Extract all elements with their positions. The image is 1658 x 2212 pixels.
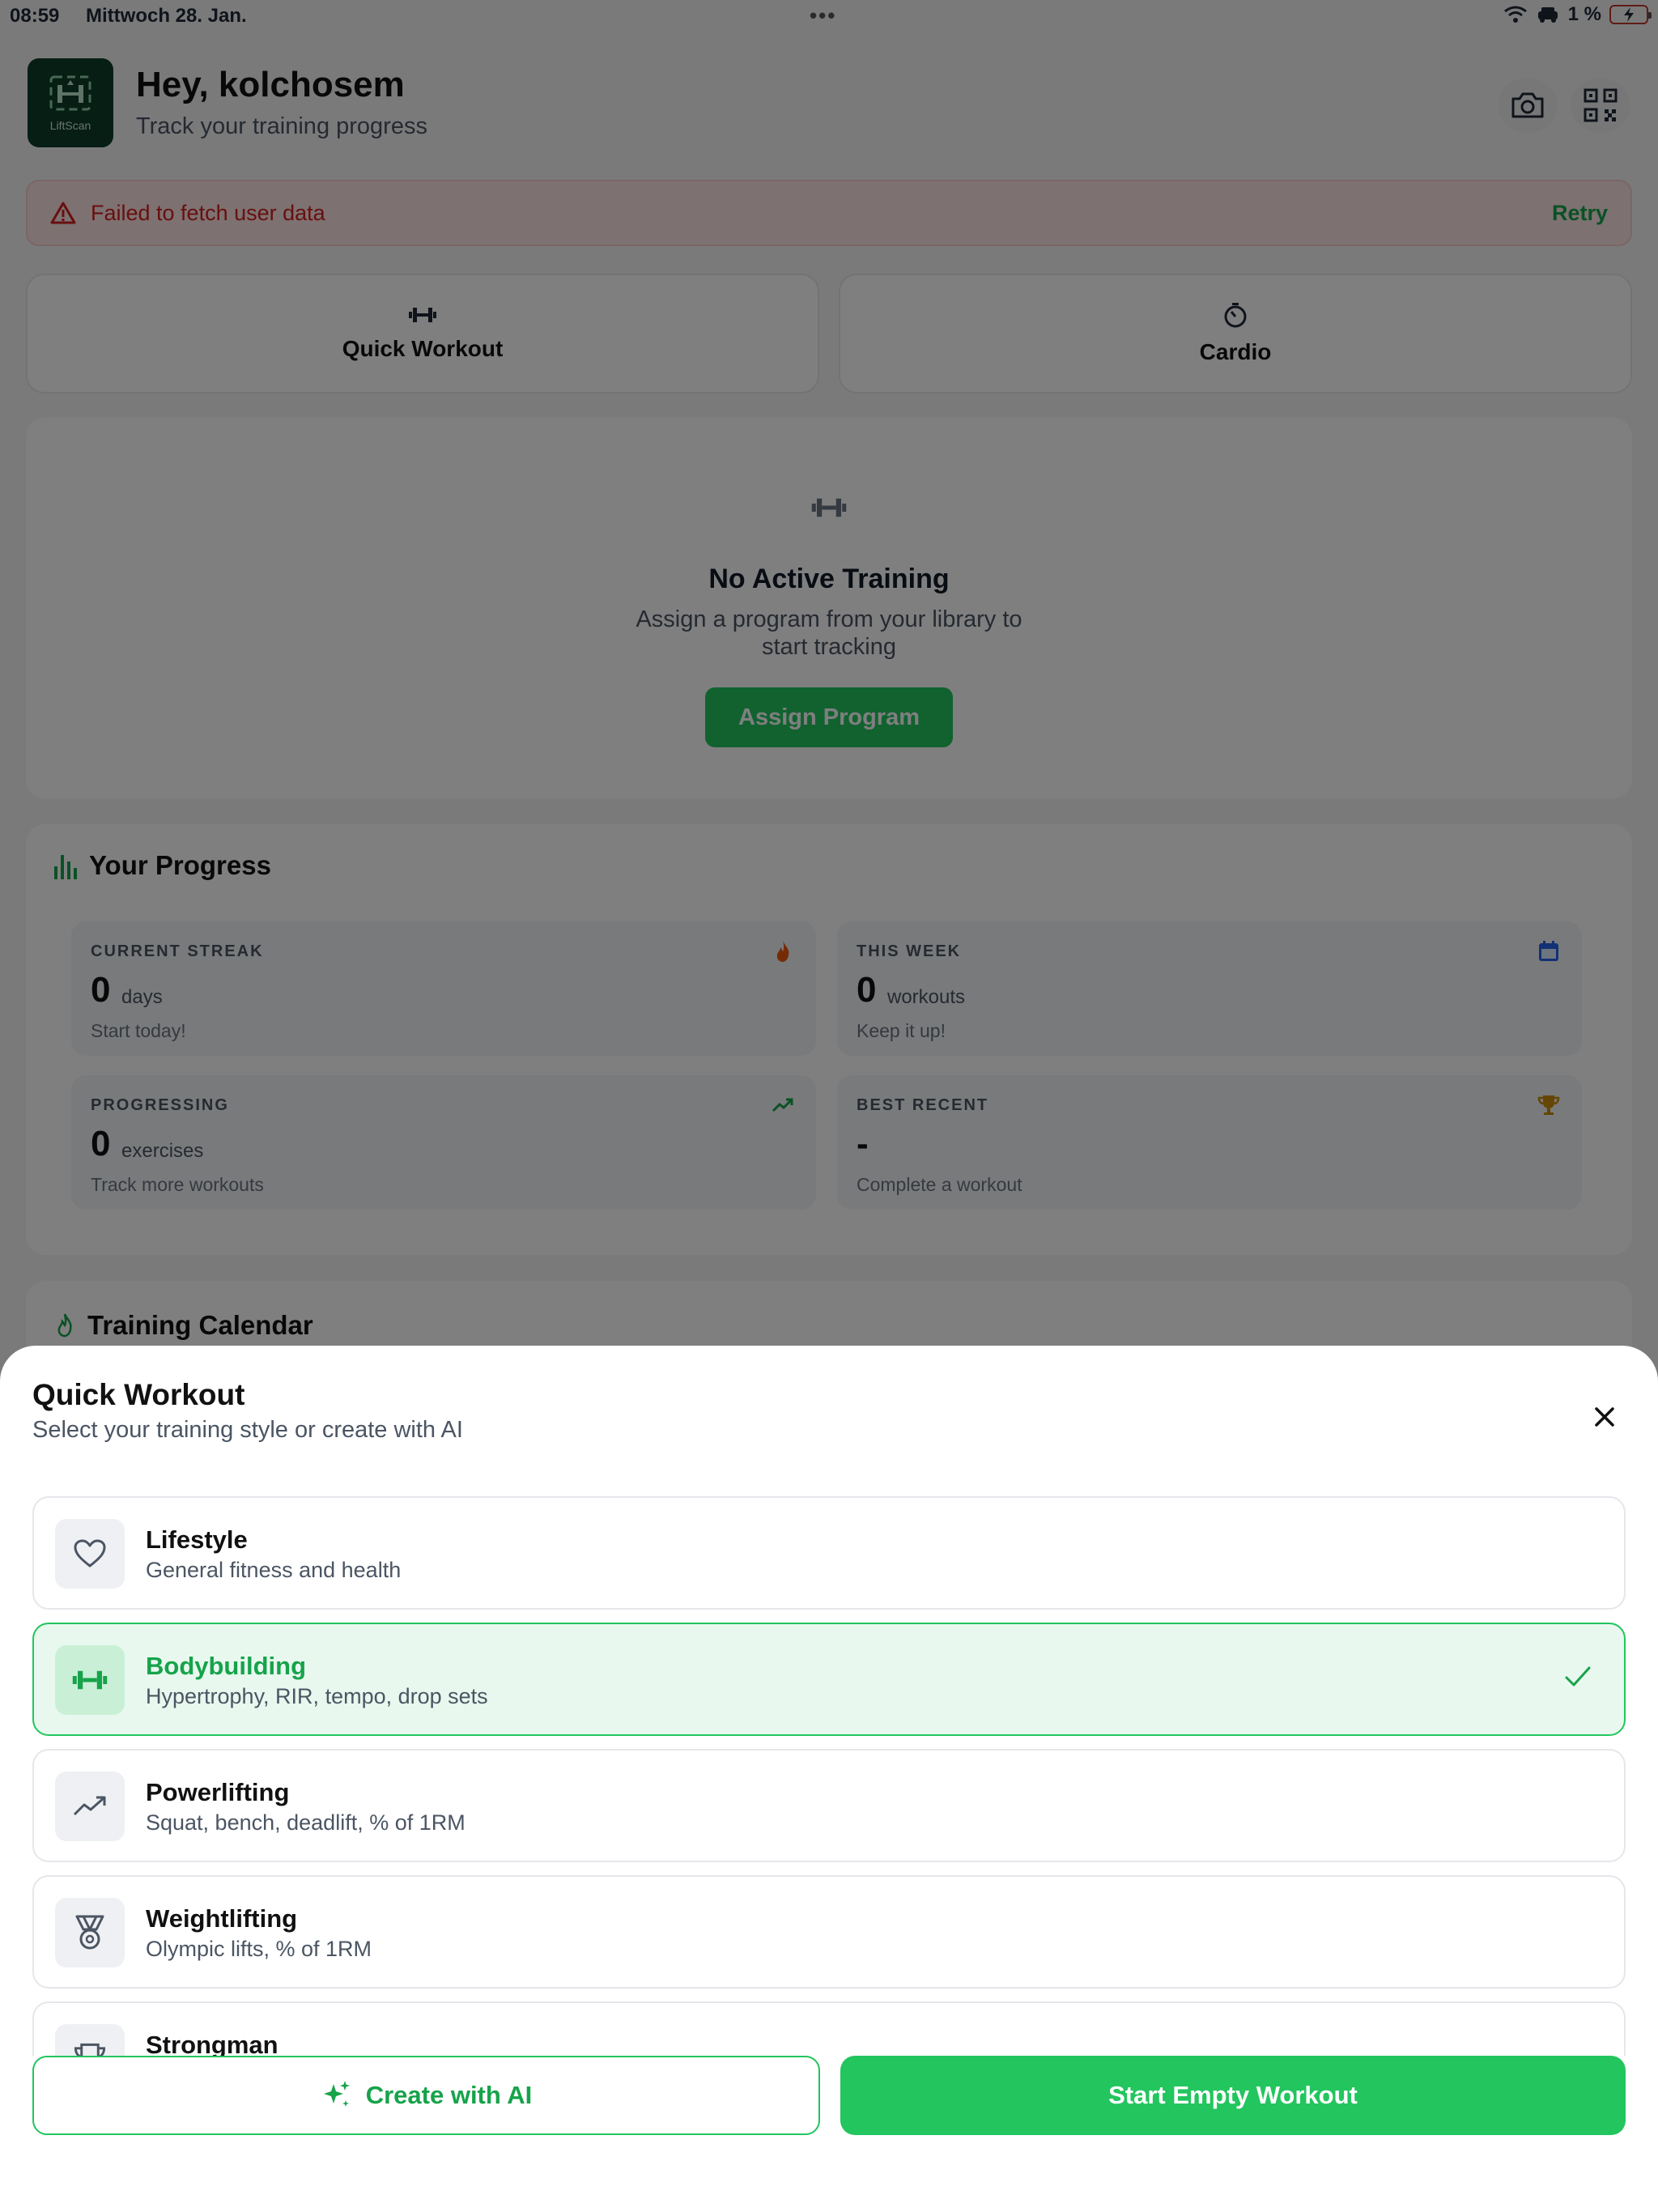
option-icon-box	[55, 1898, 125, 1967]
checkmark-icon	[1565, 1666, 1591, 1687]
option-name: Powerlifting	[146, 1778, 290, 1806]
dumbbell-icon	[72, 1670, 108, 1690]
option-icon-box	[55, 1519, 125, 1589]
medal-icon	[75, 1915, 104, 1950]
close-icon	[1595, 1407, 1614, 1427]
option-bodybuilding[interactable]: Bodybuilding Hypertrophy, RIR, tempo, dr…	[32, 1623, 1626, 1736]
start-empty-workout-label: Start Empty Workout	[1108, 2081, 1358, 2109]
start-empty-workout-button[interactable]: Start Empty Workout	[840, 2056, 1626, 2135]
option-weightlifting[interactable]: Weightlifting Olympic lifts, % of 1RM	[32, 1875, 1626, 1989]
sheet-title: Quick Workout	[32, 1378, 245, 1411]
option-name: Bodybuilding	[146, 1652, 307, 1680]
option-icon-box	[55, 1772, 125, 1841]
sheet-footer: Create with AI Start Empty Workout	[0, 2056, 1658, 2212]
option-lifestyle[interactable]: Lifestyle General fitness and health	[32, 1496, 1626, 1610]
option-desc: General fitness and health	[146, 1558, 402, 1582]
option-name: Weightlifting	[146, 1904, 298, 1933]
heart-icon	[74, 1539, 106, 1568]
sheet-subtitle: Select your training style or create wit…	[32, 1417, 463, 1443]
sparkles-icon	[323, 2081, 350, 2107]
create-with-ai-button[interactable]: Create with AI	[32, 2056, 820, 2135]
create-with-ai-label: Create with AI	[365, 2081, 533, 2109]
option-desc: Squat, bench, deadlift, % of 1RM	[146, 1810, 466, 1835]
option-name: Lifestyle	[146, 1525, 248, 1554]
option-icon-box	[55, 1645, 125, 1715]
option-desc: Olympic lifts, % of 1RM	[146, 1937, 372, 1961]
trend-up-icon	[73, 1796, 106, 1816]
option-powerlifting[interactable]: Powerlifting Squat, bench, deadlift, % o…	[32, 1749, 1626, 1862]
close-button[interactable]	[1587, 1399, 1622, 1435]
option-desc: Hypertrophy, RIR, tempo, drop sets	[146, 1684, 488, 1708]
quick-workout-sheet: Quick Workout Select your training style…	[0, 1346, 1658, 2212]
